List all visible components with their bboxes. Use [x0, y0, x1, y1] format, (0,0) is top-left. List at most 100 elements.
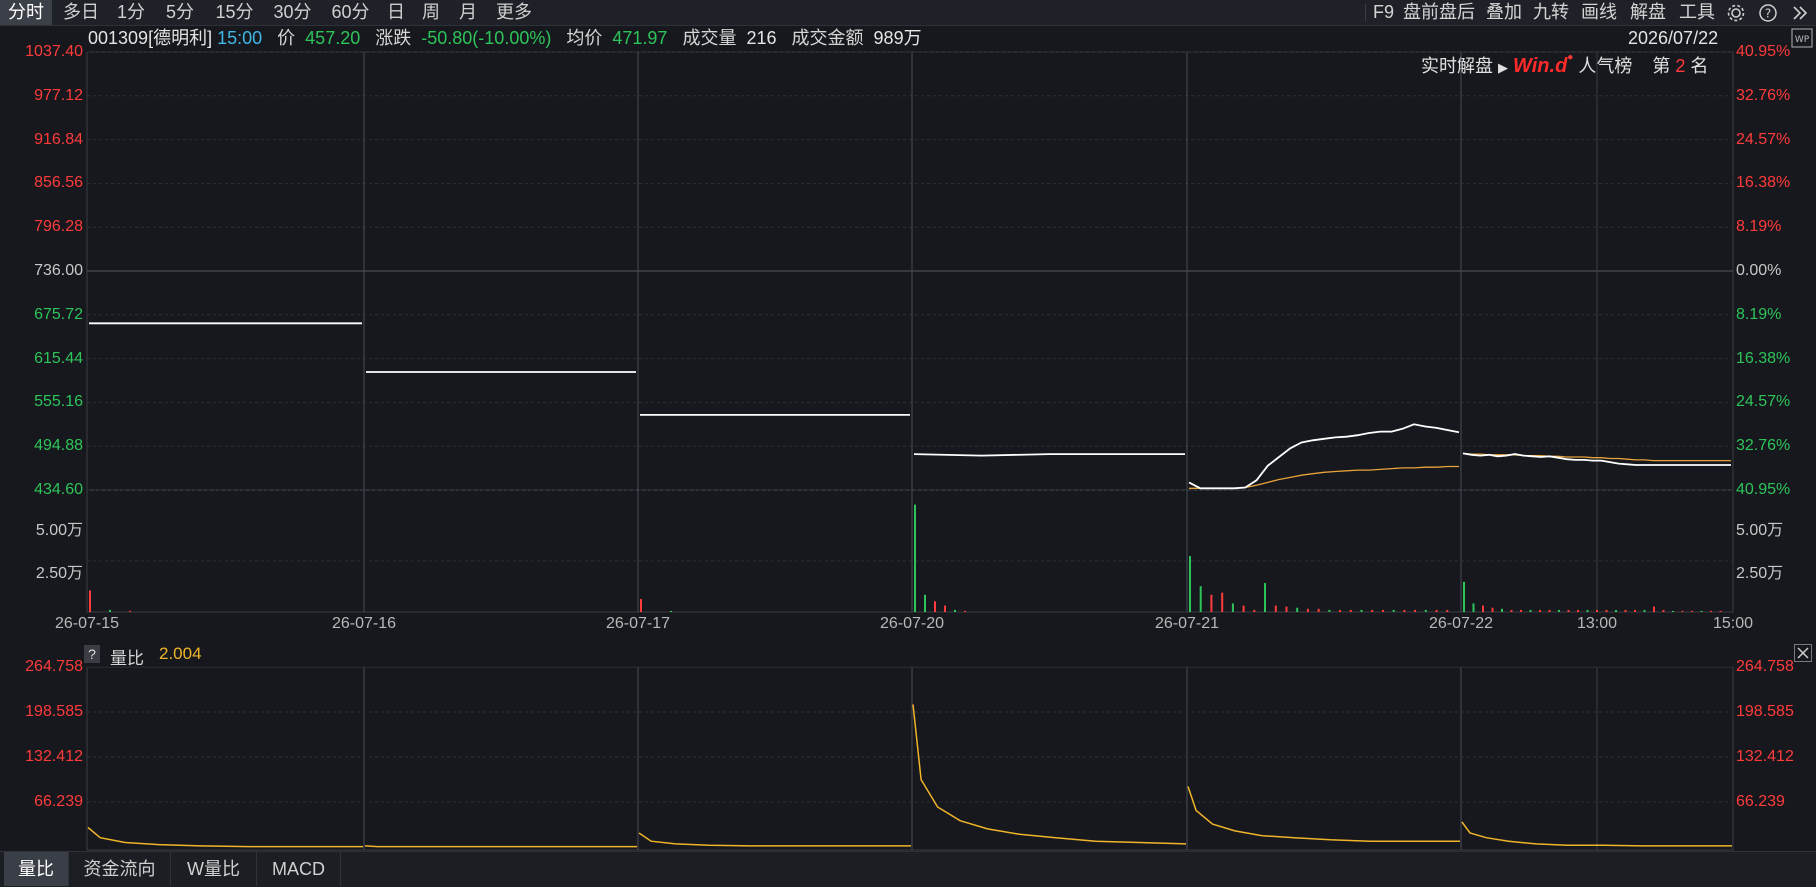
volume-bar — [1392, 609, 1395, 612]
volume-bar — [1221, 592, 1224, 612]
volume-bar — [1231, 603, 1234, 612]
volume-bar — [1510, 609, 1513, 612]
volume-ratio-line — [364, 845, 637, 848]
volume-bar — [1285, 606, 1288, 612]
volume-bar — [1577, 609, 1579, 612]
volume-bar — [934, 601, 936, 612]
volume-bar — [1210, 594, 1213, 612]
volume-bar — [1199, 586, 1202, 612]
volume-bar — [1567, 609, 1570, 612]
price-tick-label: 615.44 — [34, 349, 83, 367]
volume-bar — [1371, 609, 1374, 612]
volume-bar — [944, 605, 946, 612]
price-tick-label: 736.00 — [34, 262, 83, 279]
percent-tick-label: 8.19% — [1736, 218, 1782, 236]
date-tick-label: 15:00 — [1712, 615, 1754, 632]
volume-bar — [1605, 609, 1608, 612]
volume-bar — [1548, 609, 1551, 612]
volume-bar — [1539, 609, 1541, 612]
volume-bar — [1691, 610, 1693, 612]
percent-tick-label: 16.38% — [1736, 174, 1791, 192]
percent-tick-label: 8.19% — [1736, 305, 1782, 323]
volume-bar — [640, 599, 642, 612]
volume-bar — [1700, 610, 1703, 612]
volume-bar — [89, 590, 91, 612]
price-line — [913, 453, 1185, 457]
ratio-tick-label: 132.412 — [1736, 748, 1794, 765]
volume-bar — [1615, 609, 1617, 612]
price-tick-label: 796.28 — [34, 218, 83, 236]
ratio-tick-label: 264.758 — [25, 658, 83, 675]
volume-bar — [924, 594, 926, 612]
percent-tick-label: 0.00% — [1736, 262, 1782, 279]
volume-bar — [1414, 609, 1417, 612]
volume-bar — [1558, 609, 1560, 612]
volume-tick-label: 2.50万 — [35, 565, 83, 582]
volume-bar — [1681, 610, 1684, 612]
date-tick-label: 26-07-17 — [605, 615, 671, 632]
ratio-tick-label: 66.239 — [34, 793, 83, 810]
price-line — [1188, 423, 1460, 490]
volume-bar — [1339, 609, 1342, 612]
intraday-chart[interactable] — [0, 0, 1816, 886]
volume-bar — [1529, 609, 1532, 612]
volume-bar — [1643, 609, 1646, 612]
percent-tick-label: 32.76% — [1736, 437, 1791, 455]
volume-bar — [1634, 609, 1636, 612]
percent-tick-label: 24.57% — [1736, 130, 1791, 148]
volume-ratio-line — [1187, 786, 1460, 842]
ratio-tick-label: 198.585 — [25, 703, 83, 720]
indicator-value-text: 2.004 — [159, 644, 202, 663]
price-tick-label: 555.16 — [34, 393, 83, 411]
date-tick-label: 26-07-16 — [331, 615, 397, 632]
volume-bar — [1463, 581, 1465, 612]
volume-bar — [1382, 609, 1384, 612]
indicator-value: 2.004 — [159, 644, 202, 664]
tab-volume-ratio[interactable]: 量比 — [4, 852, 69, 886]
tab-w-volume-ratio[interactable]: W量比 — [171, 852, 257, 886]
date-tick-label: 26-07-22 — [1428, 615, 1494, 632]
volume-bar — [1189, 556, 1191, 612]
tab-fund-flow[interactable]: 资金流向 — [69, 852, 171, 886]
price-tick-label: 856.56 — [34, 174, 83, 192]
volume-bar — [1586, 609, 1589, 612]
percent-tick-label: 32.76% — [1736, 86, 1791, 104]
volume-bar — [1710, 610, 1712, 612]
volume-bar — [1719, 610, 1722, 612]
date-tick-label: 13:00 — [1576, 615, 1618, 632]
price-tick-label: 916.84 — [34, 130, 83, 148]
volume-bar — [1662, 609, 1665, 612]
volume-bar — [1328, 609, 1331, 612]
volume-ratio-line — [87, 826, 363, 848]
volume-bar — [1624, 609, 1627, 612]
percent-tick-label: 40.95% — [1736, 43, 1791, 60]
volume-bar — [1242, 605, 1245, 612]
volume-bar — [964, 610, 966, 612]
volume-bar — [1253, 609, 1256, 612]
volume-bar — [1491, 607, 1494, 612]
volume-bar — [1596, 609, 1598, 612]
volume-bar — [1520, 609, 1522, 612]
volume-bar — [670, 610, 672, 612]
percent-tick-label: 40.95% — [1736, 481, 1791, 498]
volume-tick-label: 5.00万 — [35, 522, 83, 539]
close-icon[interactable] — [1794, 644, 1812, 662]
volume-bar — [1472, 603, 1475, 612]
percent-tick-label: 24.57% — [1736, 393, 1791, 411]
price-tick-label: 675.72 — [34, 305, 83, 323]
indicator-help-button[interactable]: ? — [84, 645, 100, 663]
volume-bar — [1264, 583, 1266, 612]
volume-bar — [109, 609, 111, 612]
avg-price-line — [1189, 465, 1459, 489]
ratio-panel-border — [86, 666, 1734, 851]
volume-bar — [1403, 609, 1406, 612]
tab-macd[interactable]: MACD — [257, 852, 341, 886]
volume-bar — [1424, 609, 1427, 612]
volume-bar — [1349, 609, 1352, 612]
volume-bar — [1435, 609, 1438, 612]
indicator-header-bg — [0, 652, 1816, 667]
price-tick-label: 434.60 — [34, 481, 83, 498]
volume-bar — [1672, 610, 1674, 612]
volume-bar — [1274, 605, 1277, 612]
volume-tick-label: 5.00万 — [1736, 522, 1784, 539]
